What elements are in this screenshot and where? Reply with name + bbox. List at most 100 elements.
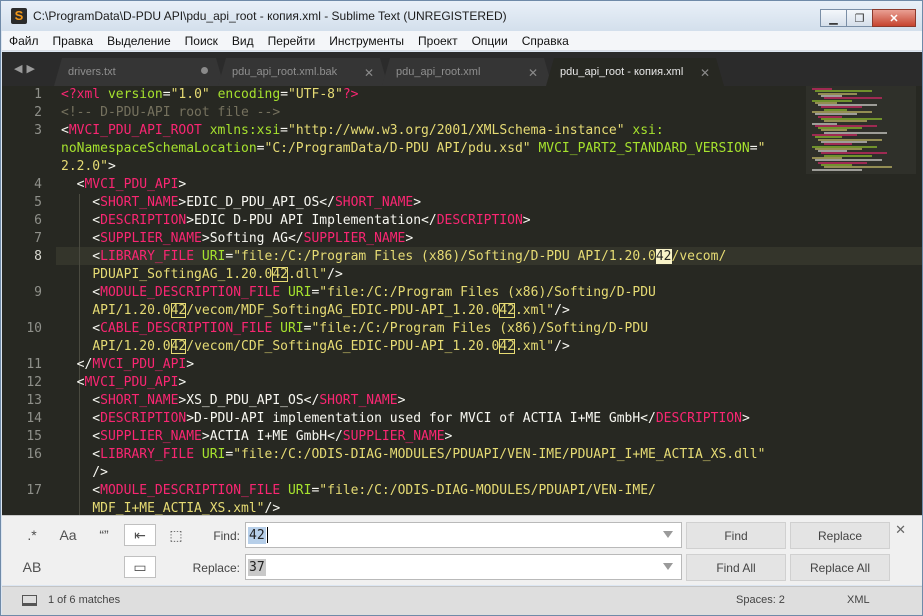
line-number: 13 [26, 393, 42, 408]
line-number: 14 [26, 411, 42, 426]
tab-label: pdu_api_root.xml [396, 66, 481, 78]
replace-all-button[interactable]: Replace All [790, 554, 890, 581]
menu-tools[interactable]: Инструменты [322, 34, 411, 48]
replace-input-value: 37 [248, 558, 266, 576]
line-number: 16 [26, 447, 42, 462]
match-count: 1 of 6 matches [48, 594, 121, 606]
code-line-10: <CABLE_DESCRIPTION_FILE URI="file:/C:/Pr… [61, 321, 649, 336]
replace-history-dropdown-icon[interactable] [663, 563, 673, 570]
code-line-5: <SHORT_NAME>EDIC_D_PDU_API_OS</SHORT_NAM… [61, 195, 422, 210]
minimize-button[interactable]: ▁ [820, 9, 847, 27]
code-line-12: <MVCI_PDU_API> [61, 375, 187, 390]
code-line-2: <!-- D-PDU-API root file --> [61, 105, 281, 120]
title-bar: S C:\ProgramData\D-PDU API\pdu_api_root … [1, 1, 922, 31]
case-sensitive-toggle-button[interactable]: Aa [52, 524, 84, 546]
code-line-16-wrap: /> [61, 465, 108, 480]
preserve-case-toggle-button[interactable]: AB [16, 556, 48, 578]
regex-toggle-button[interactable]: .* [16, 524, 48, 546]
menu-project[interactable]: Проект [411, 34, 465, 48]
menu-file[interactable]: Файл [2, 34, 46, 48]
line-number: 9 [34, 285, 42, 300]
menu-selection[interactable]: Выделение [100, 34, 178, 48]
code-line-8: <LIBRARY_FILE URI="file:/C:/Program File… [61, 249, 727, 264]
code-line-16: <LIBRARY_FILE URI="file:/C:/ODIS-DIAG-MO… [61, 447, 766, 462]
code-line-11-close: </MVCI_PDU_API> [61, 357, 195, 372]
find-all-button[interactable]: Find All [686, 554, 786, 581]
code-line-1: <?xml version="1.0" encoding="UTF-8"?> [61, 87, 359, 102]
tab-scroll-arrows-icon[interactable]: ◀▶ [14, 62, 39, 75]
tab-pdu-api-root-bak[interactable]: pdu_api_root.xml.bak ✕ [218, 58, 388, 86]
tab-label: pdu_api_root - копия.xml [560, 66, 684, 78]
line-number: 2 [34, 105, 42, 120]
menu-preferences[interactable]: Опции [465, 34, 515, 48]
wrap-toggle-button[interactable]: ⇤ [124, 524, 156, 546]
code-line-9-wrap: API/1.20.042/vecom/MDF_SoftingAG_EDIC-PD… [92, 303, 570, 318]
line-number: 8 [34, 249, 42, 264]
find-input-value: 42 [248, 526, 266, 544]
replace-label: Replace: [192, 561, 240, 575]
line-number: 7 [34, 231, 42, 246]
line-number: 12 [26, 375, 42, 390]
panel-toggle-icon[interactable] [22, 595, 37, 606]
code-line-3-wrap2: 2.2.0"> [61, 159, 116, 174]
tab-pdu-api-root-copy[interactable]: pdu_api_root - копия.xml ✕ [546, 58, 724, 86]
menu-find[interactable]: Поиск [178, 34, 225, 48]
line-number: 6 [34, 213, 42, 228]
sublime-logo-icon: S [11, 8, 27, 24]
tab-close-icon[interactable]: ✕ [700, 66, 710, 80]
tab-close-icon[interactable]: ✕ [364, 66, 374, 80]
code-line-17: <MODULE_DESCRIPTION_FILE URI="file:/C:/O… [61, 483, 656, 498]
menu-help[interactable]: Справка [515, 34, 576, 48]
minimap-line [812, 168, 862, 171]
find-replace-panel: .* Aa “” ⇤ ⬚ AB ▭ Find: 42 Replace: 37 F… [2, 515, 922, 585]
code-editor[interactable]: 1 2 3 4 5 6 7 8 9 10 11 12 13 14 15 16 17 <?xml version=… [2, 86, 922, 515]
code-line-17-wrap: MDF_I+ME_ACTIA_XS.xml"/> [92, 501, 281, 515]
sublime-window: S C:\ProgramData\D-PDU API\pdu_api_root … [0, 0, 923, 616]
code-line-7: <SUPPLIER_NAME>Softing AG</SUPPLIER_NAME… [61, 231, 414, 246]
line-number: 4 [34, 177, 42, 192]
status-bar: 1 of 6 matches Spaces: 2 XML [2, 586, 922, 615]
unsaved-dot-icon[interactable] [201, 67, 208, 74]
tab-label: pdu_api_root.xml.bak [232, 66, 338, 78]
window-controls: ▁ ❐ ✕ [820, 9, 916, 27]
line-number: 3 [34, 123, 42, 138]
close-find-panel-icon[interactable]: ✕ [895, 522, 906, 538]
indentation-setting[interactable]: Spaces: 2 [736, 594, 785, 606]
tab-drivers-txt[interactable]: drivers.txt [54, 58, 224, 86]
line-number: 17 [26, 483, 42, 498]
line-number: 1 [34, 87, 42, 102]
highlight-matches-toggle-button[interactable]: ▭ [124, 556, 156, 578]
replace-button[interactable]: Replace [790, 522, 890, 549]
code-text[interactable]: <?xml version="1.0" encoding="UTF-8"?> <… [61, 86, 801, 515]
tab-label: drivers.txt [68, 66, 116, 78]
whole-word-toggle-button[interactable]: “” [88, 524, 120, 546]
replace-input[interactable]: 37 [245, 554, 682, 580]
minimap[interactable] [812, 88, 892, 172]
close-window-button[interactable]: ✕ [872, 9, 916, 27]
window-title: C:\ProgramData\D-PDU API\pdu_api_root - … [33, 9, 507, 23]
line-number: 15 [26, 429, 42, 444]
tab-pdu-api-root-xml[interactable]: pdu_api_root.xml ✕ [382, 58, 552, 86]
find-history-dropdown-icon[interactable] [663, 531, 673, 538]
find-label: Find: [213, 529, 240, 543]
menu-bar: Файл Правка Выделение Поиск Вид Перейти … [2, 31, 922, 51]
tab-bar: ◀▶ drivers.txt pdu_api_root.xml.bak ✕ pd… [2, 52, 922, 86]
maximize-button[interactable]: ❐ [846, 9, 873, 27]
text-caret [266, 527, 268, 543]
code-line-6: <DESCRIPTION>EDIC D-PDU API Implementati… [61, 213, 531, 228]
code-line-10-wrap: API/1.20.042/vecom/CDF_SoftingAG_EDIC-PD… [92, 339, 570, 354]
menu-view[interactable]: Вид [225, 34, 261, 48]
find-button[interactable]: Find [686, 522, 786, 549]
code-line-13: <SHORT_NAME>XS_D_PDU_API_OS</SHORT_NAME> [61, 393, 406, 408]
syntax-setting[interactable]: XML [847, 594, 870, 606]
line-number: 5 [34, 195, 42, 210]
tab-close-icon[interactable]: ✕ [528, 66, 538, 80]
menu-goto[interactable]: Перейти [261, 34, 323, 48]
code-line-8-wrap: PDUAPI_SoftingAG_1.20.042.dll"/> [92, 267, 343, 282]
code-line-9: <MODULE_DESCRIPTION_FILE URI="file:/C:/P… [61, 285, 656, 300]
find-input[interactable]: 42 [245, 522, 682, 548]
code-line-4: <MVCI_PDU_API> [61, 177, 187, 192]
line-number-gutter: 1 2 3 4 5 6 7 8 9 10 11 12 13 14 15 16 17 [2, 86, 56, 515]
code-line-15: <SUPPLIER_NAME>ACTIA I+ME GmbH</SUPPLIER… [61, 429, 453, 444]
menu-edit[interactable]: Правка [46, 34, 101, 48]
